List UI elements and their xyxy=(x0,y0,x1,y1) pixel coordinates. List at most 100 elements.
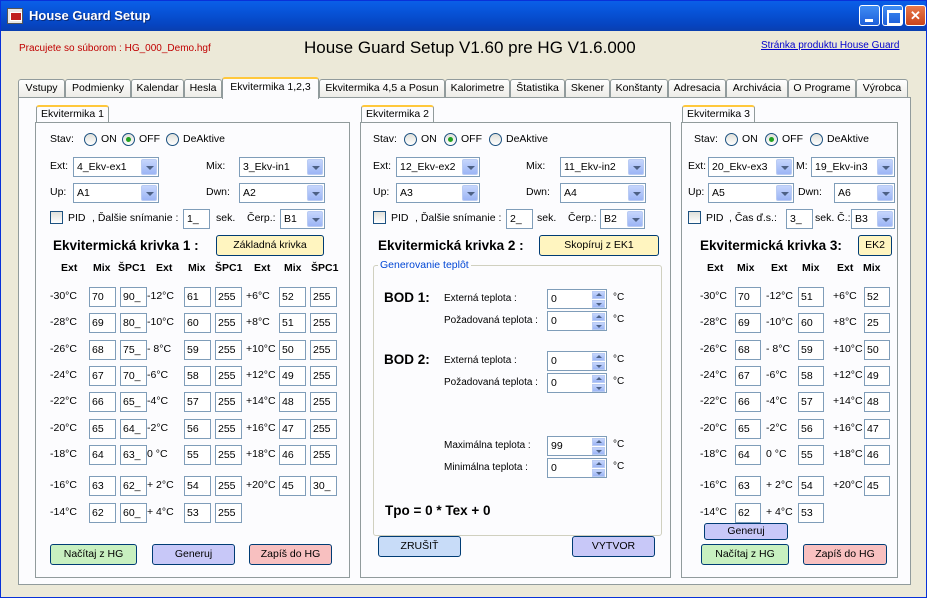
ek2-scan-input[interactable]: 2_ xyxy=(506,209,533,229)
ek1-mix-input[interactable]: 46 xyxy=(279,445,306,465)
ek3-mix-input[interactable]: 46 xyxy=(864,445,890,465)
spin-down-icon[interactable] xyxy=(592,447,605,455)
ek3-mix-input[interactable]: 49 xyxy=(864,366,890,386)
chevron-down-icon[interactable] xyxy=(141,185,157,201)
ek1-spc-input[interactable]: 255 xyxy=(215,445,242,465)
ek1-up-select[interactable]: A1 xyxy=(73,183,159,203)
ek2-radio-off[interactable] xyxy=(444,133,457,146)
spin-up-icon[interactable] xyxy=(592,313,605,321)
ek3-mix-input[interactable]: 69 xyxy=(735,313,761,333)
ek1-spc-input[interactable]: 255 xyxy=(310,340,337,360)
ek3-mix-input[interactable]: 63 xyxy=(735,476,761,496)
ek1-mix-input[interactable]: 47 xyxy=(279,419,306,439)
ek1-spc-input[interactable]: 255 xyxy=(310,313,337,333)
ek2-b1-ext-input[interactable]: 0 xyxy=(547,289,607,309)
ek3-radio-on[interactable] xyxy=(725,133,738,146)
tab-kalendar[interactable]: Kalendar xyxy=(131,79,184,98)
ek3-mix-input[interactable]: 64 xyxy=(735,445,761,465)
chevron-down-icon[interactable] xyxy=(628,159,644,175)
ek3-radio-off[interactable] xyxy=(765,133,778,146)
ek1-mix-input[interactable]: 56 xyxy=(184,419,211,439)
ek1-spc-input[interactable]: 255 xyxy=(310,287,337,307)
spin-up-icon[interactable] xyxy=(592,353,605,361)
ek1-pid-checkbox[interactable] xyxy=(50,211,63,224)
tab-ekvitermika-4-5-posun[interactable]: Ekvitermika 4,5 a Posun xyxy=(319,79,445,98)
ek1-spc-input[interactable]: 63_ xyxy=(120,445,147,465)
spin-up-icon[interactable] xyxy=(592,375,605,383)
chevron-down-icon[interactable] xyxy=(776,159,792,175)
ek1-spc-input[interactable]: 255 xyxy=(310,366,337,386)
ek3-pid-checkbox[interactable] xyxy=(688,211,701,224)
ek1-ext-select[interactable]: 4_Ekv-ex1 xyxy=(73,157,159,177)
close-button[interactable]: ✕ xyxy=(905,5,926,26)
ek3-mix-input[interactable]: 59 xyxy=(798,340,824,360)
ek1-cerp-select[interactable]: B1 xyxy=(280,209,325,229)
spin-down-icon[interactable] xyxy=(592,362,605,370)
spin-up-icon[interactable] xyxy=(592,291,605,299)
ek1-spc-input[interactable]: 255 xyxy=(215,503,242,523)
chevron-down-icon[interactable] xyxy=(776,185,792,201)
ek1-mix-input[interactable]: 50 xyxy=(279,340,306,360)
ek1-mix-input[interactable]: 60 xyxy=(184,313,211,333)
ek1-basic-curve-button[interactable]: Základná krivka xyxy=(216,235,324,256)
ek1-scan-input[interactable]: 1_ xyxy=(183,209,210,229)
ek1-mix-input[interactable]: 57 xyxy=(184,392,211,412)
ek1-mix-input[interactable]: 70 xyxy=(89,287,116,307)
ek1-mix-input[interactable]: 54 xyxy=(184,476,211,496)
ek2-b2-req-input[interactable]: 0 xyxy=(547,373,607,393)
spin-down-icon[interactable] xyxy=(592,300,605,308)
tab-adresacia[interactable]: Adresacia xyxy=(668,79,726,98)
ek1-spc-input[interactable]: 30_ xyxy=(310,476,337,496)
ek3-mix-input[interactable]: 45 xyxy=(864,476,890,496)
ek3-mix-input[interactable]: 52 xyxy=(864,287,890,307)
ek2-b2-ext-input[interactable]: 0 xyxy=(547,351,607,371)
ek3-ext-select[interactable]: 20_Ekv-ex3 xyxy=(708,157,794,177)
ek1-tab[interactable]: Ekvitermika 1 xyxy=(36,105,110,123)
ek1-spc-input[interactable]: 255 xyxy=(215,340,242,360)
ek1-spc-input[interactable]: 255 xyxy=(310,419,337,439)
ek3-scan-input[interactable]: 3_ xyxy=(786,209,813,229)
tab-o-programe[interactable]: O Programe xyxy=(788,79,856,98)
ek1-mix-input[interactable]: 45 xyxy=(279,476,306,496)
ek3-generate-button[interactable]: Generuj xyxy=(704,523,788,540)
ek1-spc-input[interactable]: 255 xyxy=(215,392,242,412)
ek1-generate-button[interactable]: Generuj xyxy=(152,544,235,565)
ek1-radio-on[interactable] xyxy=(84,133,97,146)
ek1-mix-input[interactable]: 53 xyxy=(184,503,211,523)
tab-kalorimetre[interactable]: Kalorimetre xyxy=(445,79,510,98)
ek1-radio-deaktive[interactable] xyxy=(166,133,179,146)
minimize-button[interactable] xyxy=(859,5,880,26)
ek2-max-input[interactable]: 99 xyxy=(547,436,607,456)
ek1-mix-input[interactable]: 51 xyxy=(279,313,306,333)
tab-vstupy[interactable]: Vstupy xyxy=(18,79,65,98)
ek3-mix-select[interactable]: 19_Ekv-in3 xyxy=(811,157,895,177)
chevron-down-icon[interactable] xyxy=(307,211,323,227)
ek2-tab[interactable]: Ekvitermika 2 xyxy=(361,105,435,123)
ek3-mix-input[interactable]: 68 xyxy=(735,340,761,360)
ek2-radio-deaktive[interactable] xyxy=(489,133,502,146)
ek3-mix-input[interactable]: 55 xyxy=(798,445,824,465)
ek2-ext-select[interactable]: 12_Ekv-ex2 xyxy=(396,157,480,177)
tab-vyrobca[interactable]: Výrobca xyxy=(856,79,908,98)
tab-konstanty[interactable]: Konštanty xyxy=(610,79,668,98)
ek1-dwn-select[interactable]: A2 xyxy=(239,183,325,203)
ek1-mix-input[interactable]: 64 xyxy=(89,445,116,465)
chevron-down-icon[interactable] xyxy=(628,185,644,201)
ek2-radio-on[interactable] xyxy=(404,133,417,146)
tab-ekvitermika-1-2-3[interactable]: Ekvitermika 1,2,3 xyxy=(222,77,319,99)
ek2-min-input[interactable]: 0 xyxy=(547,458,607,478)
ek3-mix-input[interactable]: 48 xyxy=(864,392,890,412)
ek3-mix-input[interactable]: 60 xyxy=(798,313,824,333)
chevron-down-icon[interactable] xyxy=(141,159,157,175)
ek1-spc-input[interactable]: 255 xyxy=(215,366,242,386)
ek2-create-button[interactable]: VYTVOR xyxy=(572,536,655,557)
ek3-mix-input[interactable]: 65 xyxy=(735,419,761,439)
ek2-dwn-select[interactable]: A4 xyxy=(560,183,646,203)
ek2-cancel-button[interactable]: ZRUŠIŤ xyxy=(378,536,461,557)
ek3-mix-input[interactable]: 53 xyxy=(798,503,824,523)
spin-down-icon[interactable] xyxy=(592,322,605,330)
ek1-mix-input[interactable]: 59 xyxy=(184,340,211,360)
ek3-radio-deaktive[interactable] xyxy=(810,133,823,146)
chevron-down-icon[interactable] xyxy=(307,159,323,175)
ek3-mix-input[interactable]: 57 xyxy=(798,392,824,412)
